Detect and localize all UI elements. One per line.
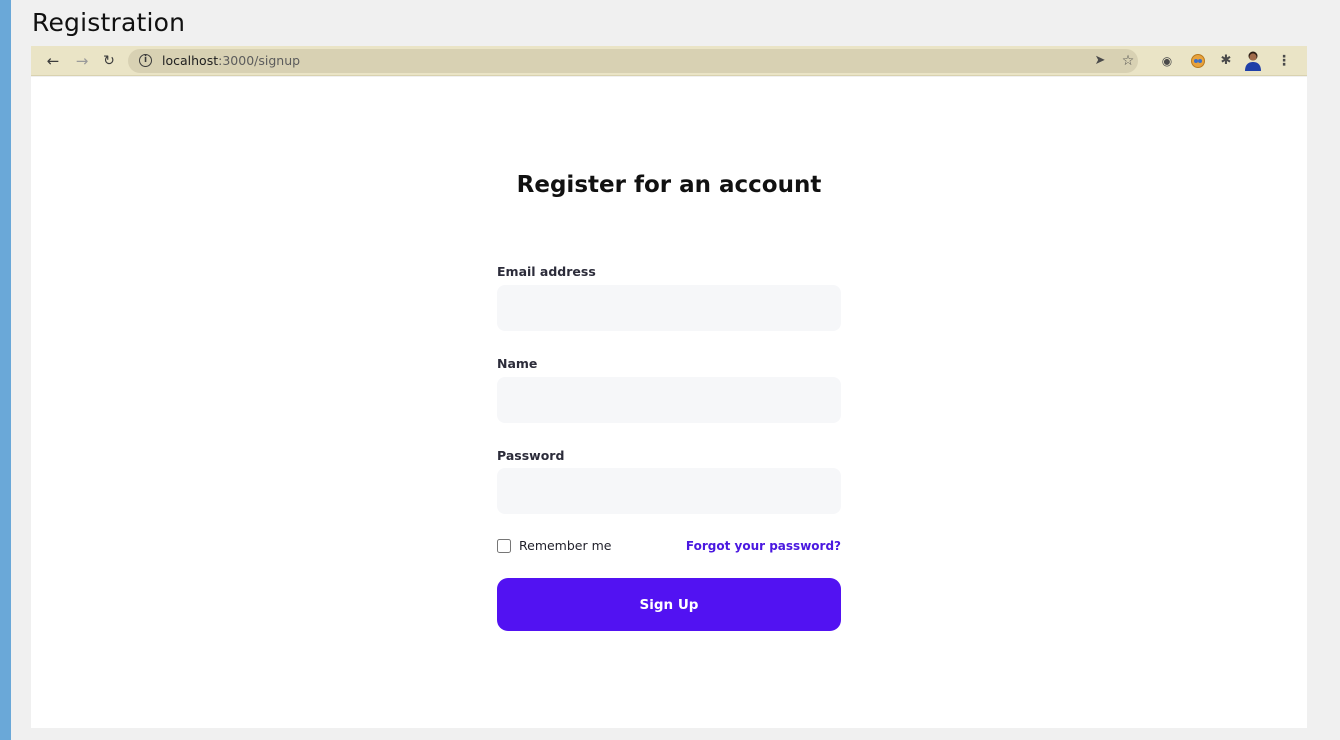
info-icon[interactable]: i [139, 54, 152, 67]
send-icon[interactable]: ➤ [1091, 51, 1109, 71]
extension-face-icon[interactable] [1191, 54, 1205, 68]
avatar-icon[interactable] [1243, 50, 1263, 71]
name-field[interactable] [497, 377, 841, 423]
back-icon[interactable]: ← [43, 51, 63, 71]
camera-icon[interactable]: ◉ [1158, 51, 1176, 71]
remember-row: Remember me Forgot your password? [497, 538, 841, 556]
password-field[interactable] [497, 468, 841, 514]
page-content: Register for an account Email address Na… [31, 77, 1307, 728]
sign-up-button[interactable]: Sign Up [497, 578, 841, 631]
forward-icon[interactable]: → [72, 51, 92, 71]
remember-me-checkbox[interactable] [497, 539, 511, 553]
page-title: Register for an account [516, 172, 822, 198]
kebab-menu-icon[interactable]: ⋮ [1277, 51, 1291, 71]
forgot-password-link[interactable]: Forgot your password? [686, 538, 841, 554]
email-field[interactable] [497, 285, 841, 331]
password-label: Password [497, 448, 565, 463]
url-text[interactable]: localhost:3000/signup [162, 53, 300, 69]
browser-toolbar: ← → ↻ i localhost:3000/signup ➤ ☆ ◉ ✱ ⋮ [31, 46, 1307, 76]
remember-me-label[interactable]: Remember me [519, 538, 611, 554]
slide-title: Registration [32, 8, 186, 37]
address-bar[interactable]: i localhost:3000/signup [128, 49, 1138, 73]
name-label: Name [497, 356, 538, 371]
puzzle-icon[interactable]: ✱ [1217, 51, 1235, 71]
slide-accent-bar [0, 0, 11, 740]
star-icon[interactable]: ☆ [1119, 51, 1137, 71]
url-host: localhost [162, 53, 219, 68]
email-label: Email address [497, 264, 596, 279]
reload-icon[interactable]: ↻ [99, 51, 119, 71]
url-path: :3000/signup [218, 53, 301, 68]
